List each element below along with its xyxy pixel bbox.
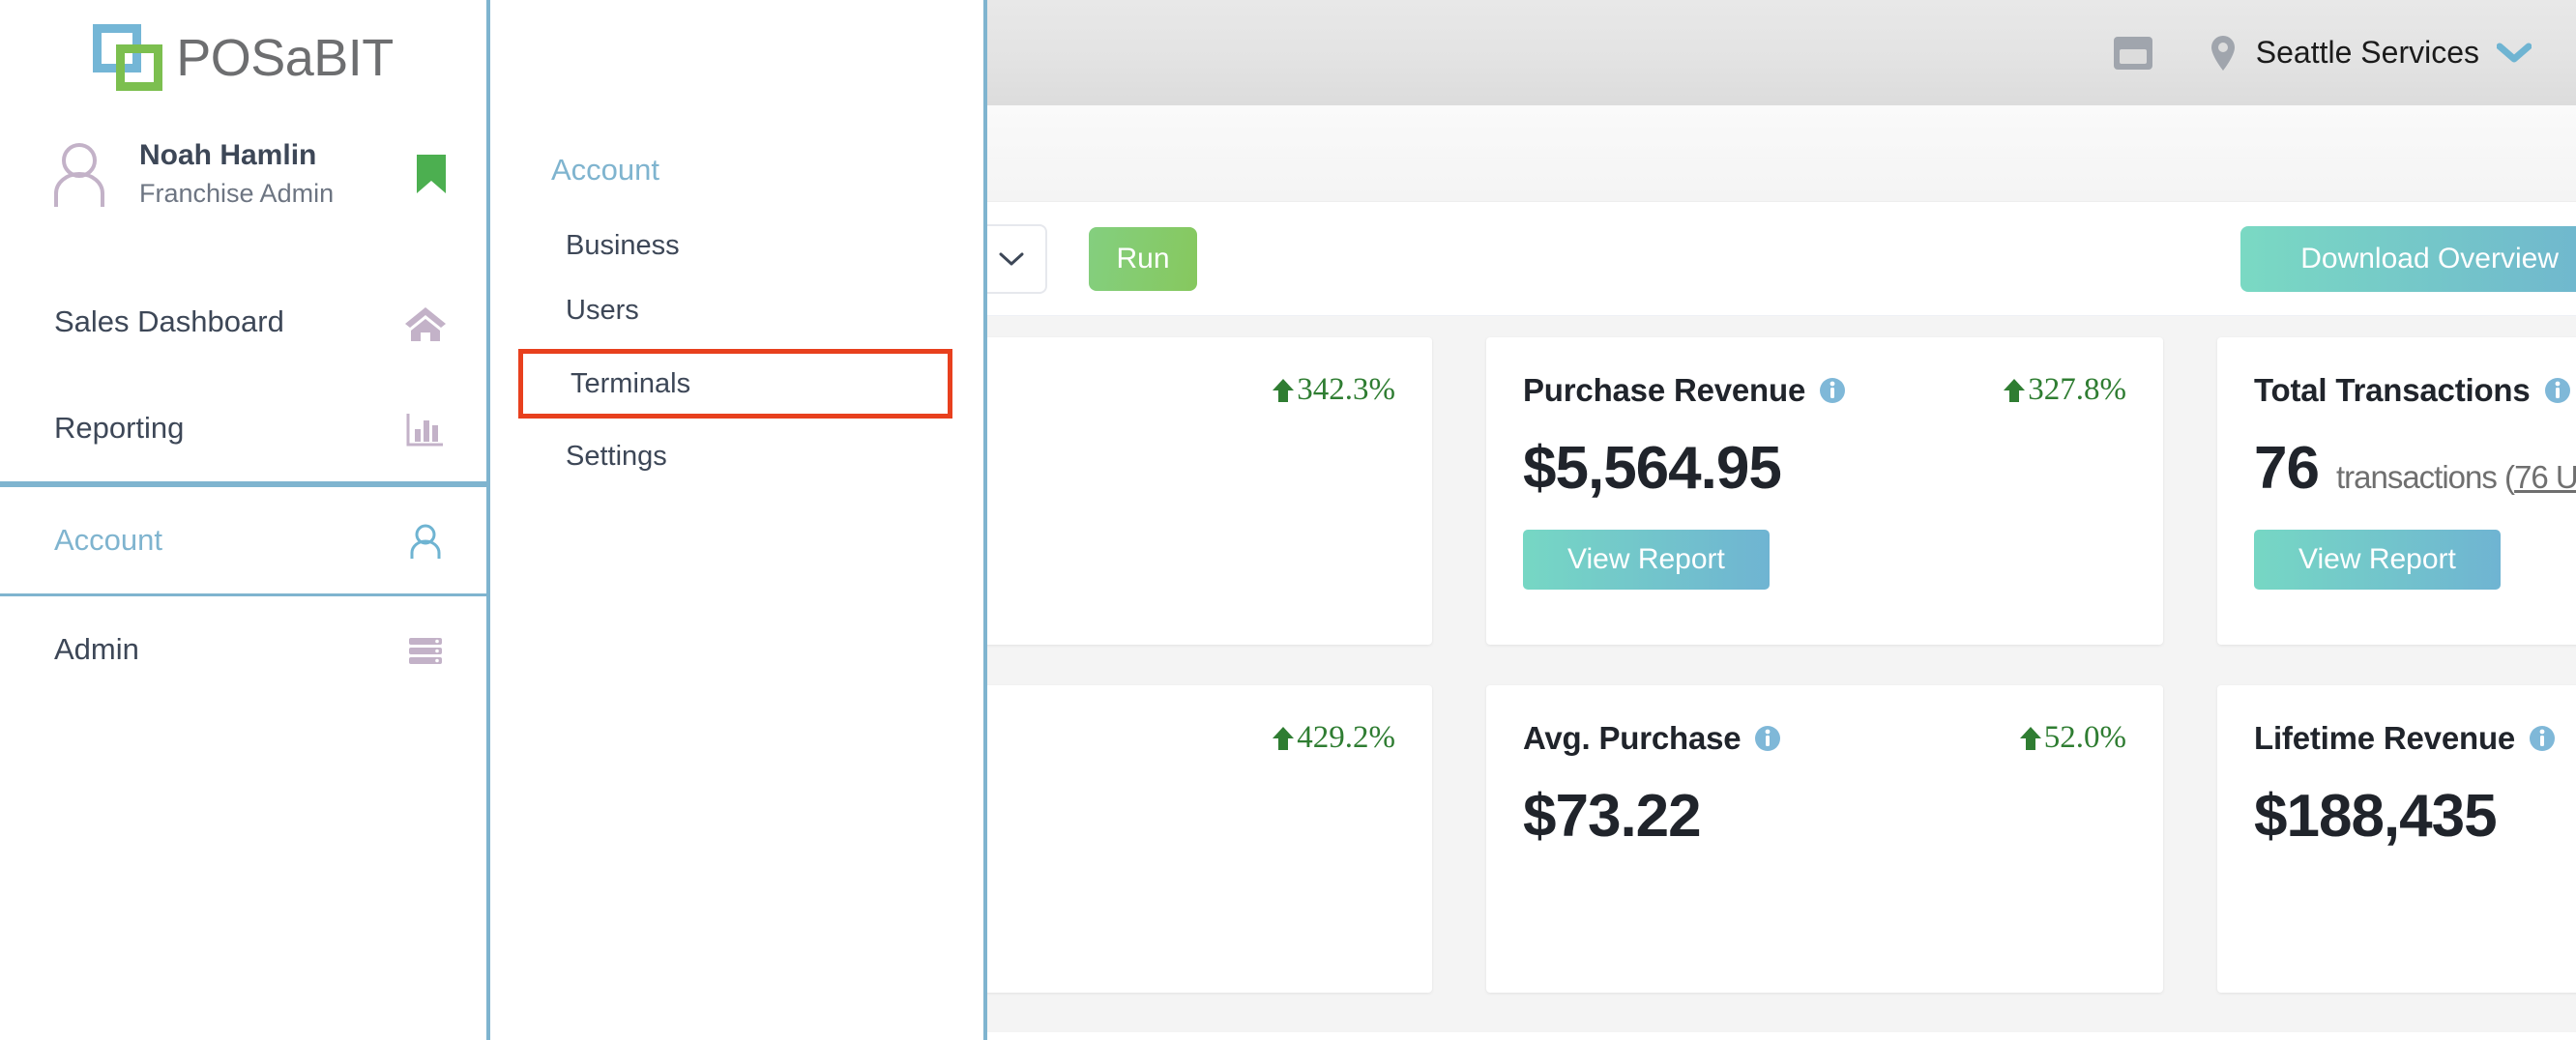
arrow-up-icon xyxy=(1272,725,1295,752)
location-selector[interactable]: Seattle Services xyxy=(2210,34,2532,72)
submenu-title: Account xyxy=(490,0,983,185)
card-value-suffix: transactions (76 Unsettled) xyxy=(2336,459,2576,496)
sidebar-item-admin[interactable]: Admin xyxy=(0,596,486,703)
sidebar-item-label: Reporting xyxy=(54,411,184,446)
unsettled-link[interactable]: 76 Unsettled xyxy=(2514,459,2576,495)
arrow-up-icon xyxy=(2019,725,2042,752)
left-sidebar: POSaBIT Noah Hamlin Franchise Admin xyxy=(0,0,486,1040)
info-icon[interactable] xyxy=(2544,377,2571,404)
card-title-text: Total Transactions xyxy=(2254,372,2531,409)
account-submenu-panel: Account Business Users Terminals Setting… xyxy=(486,0,987,1040)
sidebar-nav: Sales Dashboard Reporting xyxy=(0,269,486,703)
submenu-list: Business Users Terminals Settings xyxy=(490,214,983,489)
delta-badge: 429.2% xyxy=(1272,720,1395,756)
metric-card-grid: 342.3% xyxy=(755,337,2576,1033)
sidebar-item-label: Admin xyxy=(54,632,139,667)
delta-value: 429.2% xyxy=(1297,720,1395,756)
sidebar-item-sales-dashboard[interactable]: Sales Dashboard xyxy=(0,269,486,375)
card-title: Total Transactions xyxy=(2254,372,2571,409)
run-button[interactable]: Run xyxy=(1089,227,1197,291)
card-value: $73.22 xyxy=(1523,782,2126,851)
app-root: POSaBIT Noah Hamlin Franchise Admin xyxy=(0,0,2576,1040)
delta-value: 342.3% xyxy=(1297,372,1395,408)
card-value: $5,564.95 xyxy=(1523,434,2126,503)
home-icon xyxy=(403,300,448,344)
profile-role: Franchise Admin xyxy=(139,177,407,211)
card-value: $188,435 xyxy=(2254,782,2576,851)
main-content: Seattle Services Run Download Overview xyxy=(987,0,2576,1040)
submenu-item-settings[interactable]: Settings xyxy=(490,424,983,489)
metric-column-3: Total Transactions xyxy=(2217,337,2576,1033)
view-report-button[interactable]: View Report xyxy=(1523,530,1770,590)
view-report-button[interactable]: View Report xyxy=(2254,530,2501,590)
brand-logo[interactable]: POSaBIT xyxy=(0,0,486,116)
window-icon[interactable] xyxy=(2113,36,2153,71)
info-icon[interactable] xyxy=(1754,725,1781,752)
arrow-up-icon xyxy=(2003,377,2026,404)
sidebar-item-reporting[interactable]: Reporting xyxy=(0,375,486,481)
delta-badge: 52.0% xyxy=(2019,720,2126,756)
metric-card-total-transactions: Total Transactions xyxy=(2217,337,2576,645)
metric-card-purchase-revenue: Purchase Revenue xyxy=(1486,337,2163,645)
chevron-down-icon[interactable] xyxy=(2497,43,2532,64)
card-value: 76 transactions (76 Unsettled) xyxy=(2254,434,2576,503)
submenu-item-terminals[interactable]: Terminals xyxy=(518,349,952,419)
info-icon[interactable] xyxy=(1819,377,1846,404)
delta-badge: 327.8% xyxy=(2003,372,2126,408)
sidebar-item-label: Sales Dashboard xyxy=(54,304,284,339)
card-title-text: Avg. Purchase xyxy=(1523,720,1741,757)
page-header-bar xyxy=(987,105,2576,202)
bar-chart-icon xyxy=(403,406,448,450)
brand-name: POSaBIT xyxy=(176,32,394,84)
delta-value: 327.8% xyxy=(2028,372,2126,408)
card-title: Purchase Revenue xyxy=(1523,372,1846,409)
user-icon xyxy=(403,518,448,563)
metric-card-avg-purchase: Avg. Purchase xyxy=(1486,685,2163,993)
location-name: Seattle Services xyxy=(2256,35,2479,71)
avatar-icon xyxy=(41,135,118,213)
metric-column-2: Purchase Revenue xyxy=(1486,337,2163,1033)
metric-card-lifetime-revenue: Lifetime Revenue $188,435 xyxy=(2217,685,2576,993)
suffix-text: transactions ( xyxy=(2336,459,2514,495)
card-title: Lifetime Revenue xyxy=(2254,720,2556,757)
sidebar-item-account[interactable]: Account xyxy=(0,487,486,593)
delta-badge: 342.3% xyxy=(1272,372,1395,408)
user-profile[interactable]: Noah Hamlin Franchise Admin xyxy=(0,116,486,232)
arrow-up-icon xyxy=(1272,377,1295,404)
report-toolbar: Run Download Overview xyxy=(987,202,2576,316)
posabit-logo-icon xyxy=(93,24,166,92)
submenu-item-business[interactable]: Business xyxy=(490,214,983,278)
card-title: Avg. Purchase xyxy=(1523,720,1781,757)
sidebar-item-label: Account xyxy=(54,523,162,558)
bookmark-icon[interactable] xyxy=(415,153,448,195)
card-value-number: 76 xyxy=(2254,434,2319,503)
card-title-text: Lifetime Revenue xyxy=(2254,720,2515,757)
server-icon xyxy=(403,627,448,672)
map-pin-icon xyxy=(2210,34,2237,72)
delta-value: 52.0% xyxy=(2044,720,2126,756)
submenu-item-users[interactable]: Users xyxy=(490,278,983,343)
metrics-content: 342.3% xyxy=(987,316,2576,1032)
profile-name: Noah Hamlin xyxy=(139,137,407,174)
top-bar: Seattle Services xyxy=(987,0,2576,105)
info-icon[interactable] xyxy=(2529,725,2556,752)
card-title-text: Purchase Revenue xyxy=(1523,372,1805,409)
download-overview-button[interactable]: Download Overview xyxy=(2240,226,2576,292)
